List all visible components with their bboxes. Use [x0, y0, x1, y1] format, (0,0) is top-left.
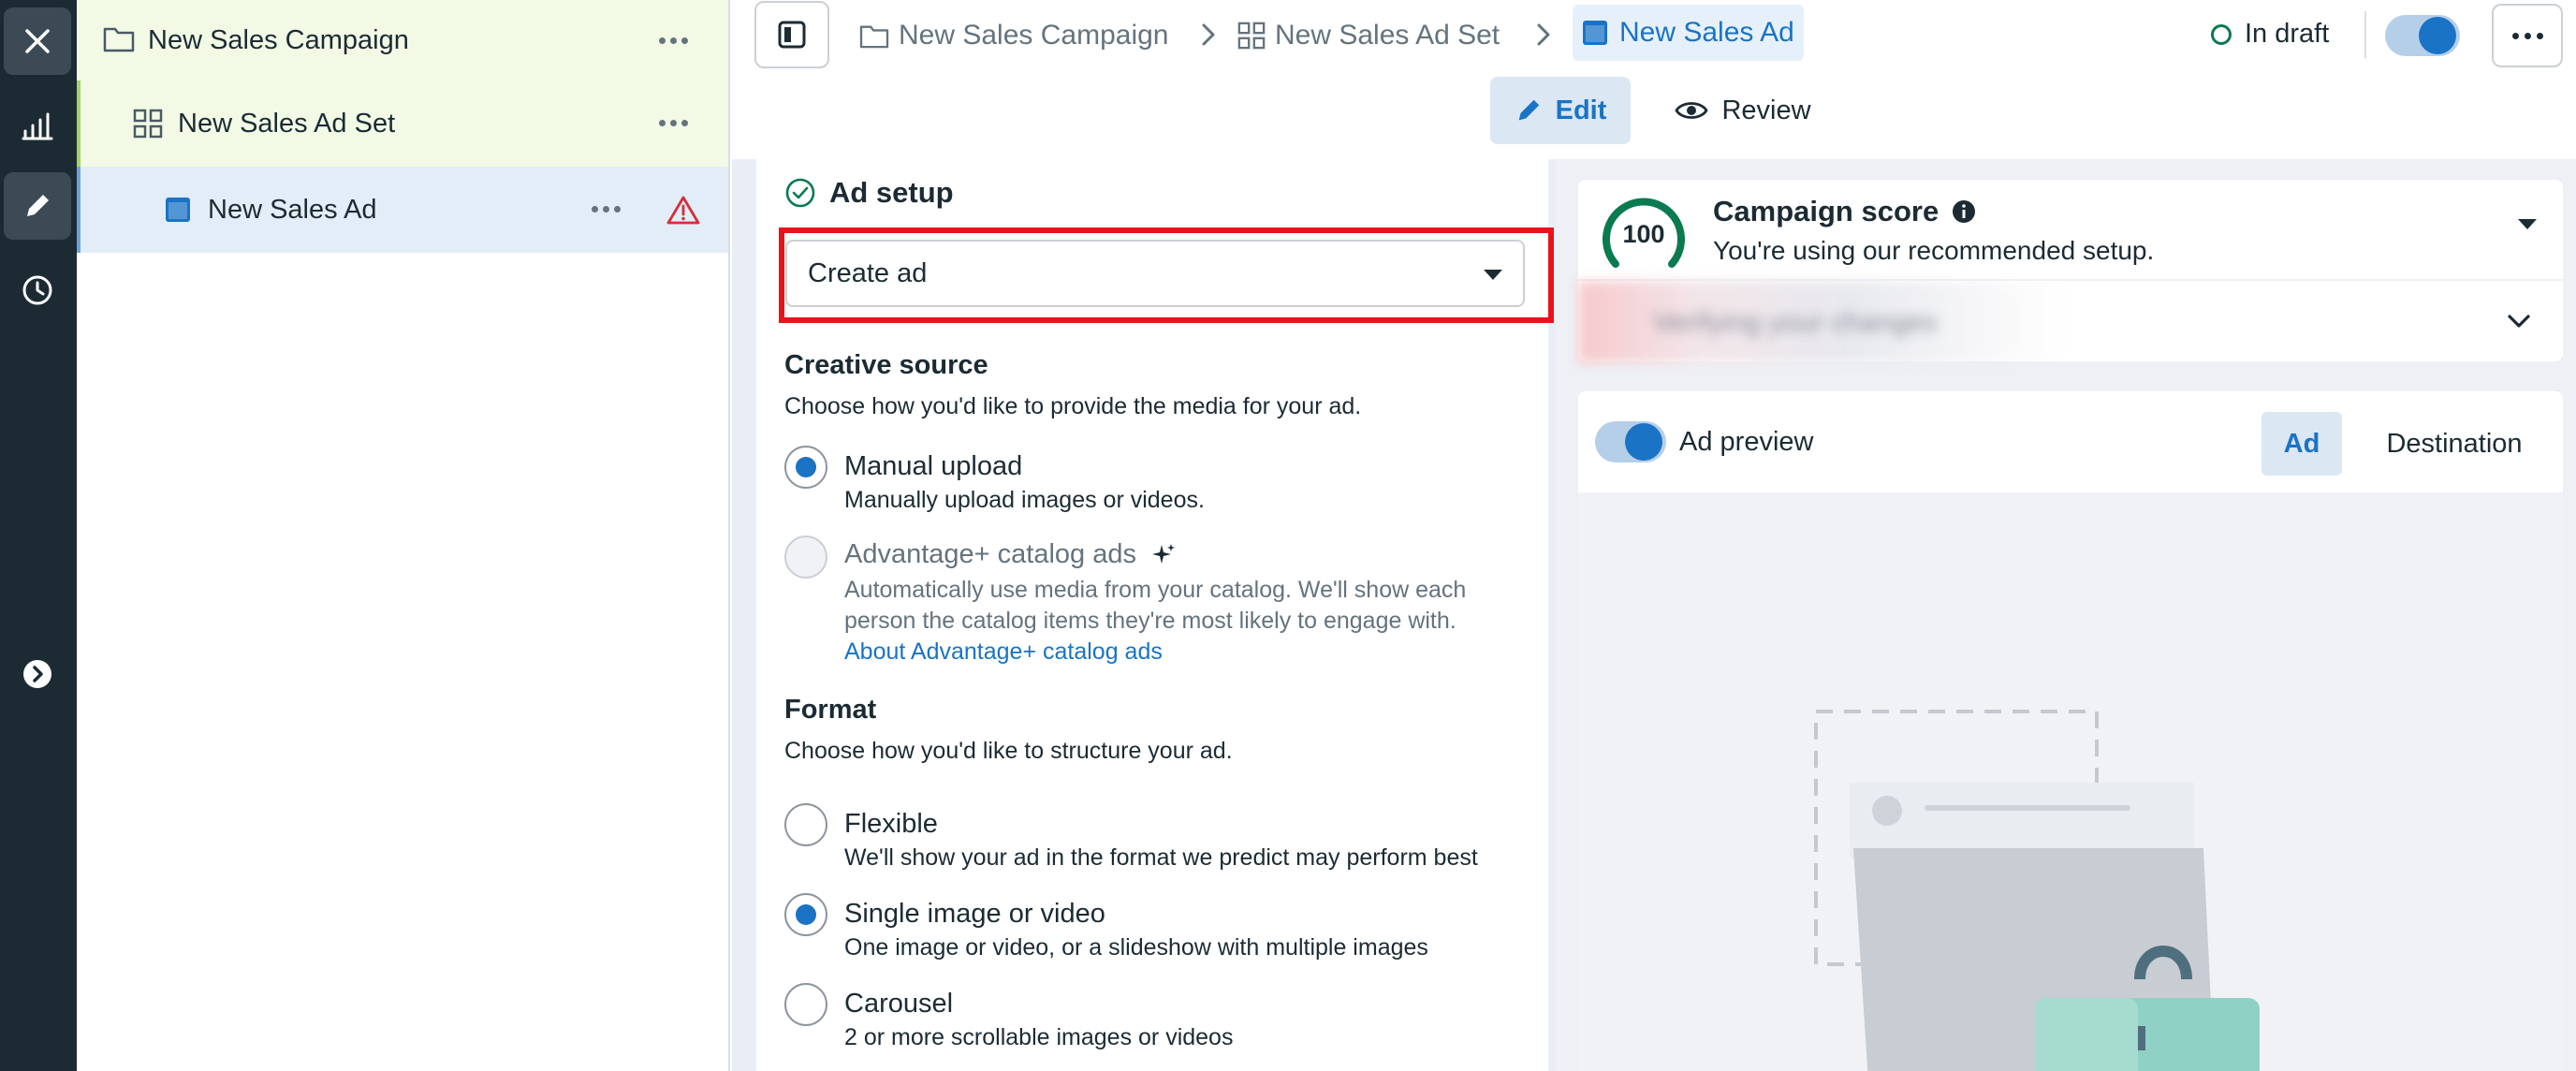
header: New Sales Campaign New Sales Ad Set New …: [732, 0, 2576, 159]
option-description: We'll show your ad in the format we pred…: [844, 844, 1478, 871]
breadcrumb-label: New Sales Campaign: [899, 20, 1169, 51]
breadcrumb-label: New Sales Ad Set: [1275, 20, 1500, 51]
toggle-knob: [1625, 423, 1662, 461]
eye-icon: [1675, 102, 1709, 119]
option-description: One image or video, or a slideshow with …: [844, 934, 1428, 961]
more-options-icon[interactable]: [659, 120, 688, 126]
creative-source-description: Choose how you'd like to provide the med…: [784, 393, 1362, 419]
option-description: Manually upload images or videos.: [844, 487, 1205, 513]
carousel-radio[interactable]: [784, 983, 827, 1026]
ad-preview-label: Ad preview: [1679, 427, 1814, 457]
expand-rail-button[interactable]: [4, 640, 71, 708]
pencil-icon: [1518, 99, 1539, 121]
chevron-right-circle-icon: [23, 660, 51, 688]
about-advantage-catalog-link[interactable]: About Advantage+ catalog ads: [844, 638, 1163, 666]
preview-placeholder-illustration: [1814, 710, 2260, 1071]
toggle-panel-button[interactable]: [754, 1, 829, 68]
chevron-right-icon: [1537, 23, 1550, 46]
create-ad-select[interactable]: Create ad: [785, 240, 1525, 307]
ad-icon: [166, 198, 190, 222]
caret-down-icon: [1484, 270, 1502, 280]
edit-mode-button[interactable]: [4, 172, 71, 240]
breadcrumb-campaign[interactable]: New Sales Campaign: [859, 17, 1168, 54]
close-icon: [25, 29, 50, 53]
clock-icon: [22, 275, 52, 305]
score-value: 100: [1622, 219, 1665, 248]
breadcrumb-label: New Sales Ad: [1619, 17, 1794, 48]
folder-icon: [859, 25, 889, 49]
status-text: In draft: [2245, 19, 2330, 49]
draft-status-icon: [2211, 23, 2232, 45]
pencil-icon: [27, 195, 49, 216]
bar-chart-icon: [22, 112, 53, 140]
blurred-text: Verifying your changes: [1653, 307, 1938, 338]
section-title: Ad setup: [829, 176, 954, 209]
option-label: Carousel: [844, 989, 954, 1019]
reporting-button[interactable]: [4, 92, 71, 159]
single-image-video-radio[interactable]: [784, 893, 827, 936]
option-description: Automatically use media from your catalo…: [844, 577, 1467, 634]
format-title: Format: [784, 695, 877, 725]
status-badge: In draft: [2211, 19, 2329, 50]
chevron-right-icon: [1202, 23, 1215, 46]
info-icon[interactable]: [1952, 199, 1976, 224]
folder-icon: [103, 27, 135, 52]
score-title-wrap: Campaign score: [1713, 195, 1976, 228]
breadcrumb-adset[interactable]: New Sales Ad Set: [1237, 17, 1500, 54]
chevron-down-icon: [2508, 315, 2530, 328]
grid-icon: [133, 109, 163, 139]
tree-item-adset[interactable]: New Sales Ad Set: [77, 81, 728, 167]
option-label: Flexible: [844, 809, 938, 839]
option-label-advantage: Advantage+ catalog ads: [844, 539, 1176, 570]
option-label: Advantage+ catalog ads: [844, 539, 1136, 569]
score-title: Campaign score: [1713, 195, 1939, 227]
divider: [2364, 11, 2366, 58]
tab-edit[interactable]: Edit: [1490, 77, 1631, 144]
option-label: Manual upload: [844, 451, 1023, 481]
tab-review[interactable]: Review: [1659, 77, 1827, 144]
left-rail: [0, 0, 77, 1071]
manual-upload-radio[interactable]: [784, 446, 827, 489]
ad-icon: [1583, 21, 1607, 45]
select-value: Create ad: [808, 257, 928, 288]
more-options-icon[interactable]: [592, 206, 621, 213]
preview-canvas: [1578, 492, 2563, 1071]
campaign-tree: New Sales Campaign New Sales Ad Set New …: [77, 0, 730, 1071]
tree-item-label: New Sales Campaign: [148, 24, 409, 55]
ad-setup-heading: Ad setup: [784, 176, 954, 210]
verification-row[interactable]: Verifying your changes: [1578, 279, 2563, 363]
ad-on-off-toggle[interactable]: [2385, 15, 2460, 56]
tree-item-label: New Sales Ad: [208, 194, 377, 225]
tree-item-campaign[interactable]: New Sales Campaign: [77, 0, 728, 81]
more-actions-button[interactable]: [2492, 4, 2563, 67]
option-label: Single image or video: [844, 899, 1105, 929]
preview-tab-ad[interactable]: Ad: [2261, 412, 2342, 476]
more-options-icon[interactable]: [659, 37, 688, 44]
tree-item-label: New Sales Ad Set: [178, 108, 396, 139]
caret-down-icon: [2518, 219, 2537, 229]
preview-tab-destination[interactable]: Destination: [2370, 412, 2539, 476]
toggle-knob: [2419, 17, 2456, 54]
breadcrumb-ad[interactable]: New Sales Ad: [1573, 5, 1804, 61]
sparkle-icon: [1152, 544, 1176, 565]
flexible-radio[interactable]: [784, 803, 827, 846]
score-subtitle: You're using our recommended setup.: [1713, 236, 2155, 265]
tab-label: Review: [1721, 95, 1811, 125]
ad-setup-form: Ad setup Create ad Creative source Choos…: [756, 159, 1554, 1071]
ad-preview-toggle[interactable]: [1595, 421, 1666, 462]
format-description: Choose how you'd like to structure your …: [784, 738, 1233, 764]
tab-label: Edit: [1555, 95, 1607, 125]
history-button[interactable]: [4, 257, 71, 324]
sidebar-icon: [778, 21, 806, 49]
option-description: 2 or more scrollable images or videos: [844, 1024, 1234, 1050]
creative-source-title: Creative source: [784, 350, 988, 380]
grid-icon: [1237, 22, 1266, 50]
ad-preview-card: Ad preview Ad Destination: [1578, 391, 2563, 1071]
check-circle-icon: [785, 178, 815, 208]
campaign-score-card[interactable]: 100 Campaign score You're using our reco…: [1578, 180, 2563, 281]
tree-item-ad[interactable]: New Sales Ad: [77, 167, 728, 253]
warning-icon: [666, 196, 700, 225]
advantage-catalog-radio[interactable]: [784, 536, 827, 579]
close-button[interactable]: [4, 7, 71, 75]
